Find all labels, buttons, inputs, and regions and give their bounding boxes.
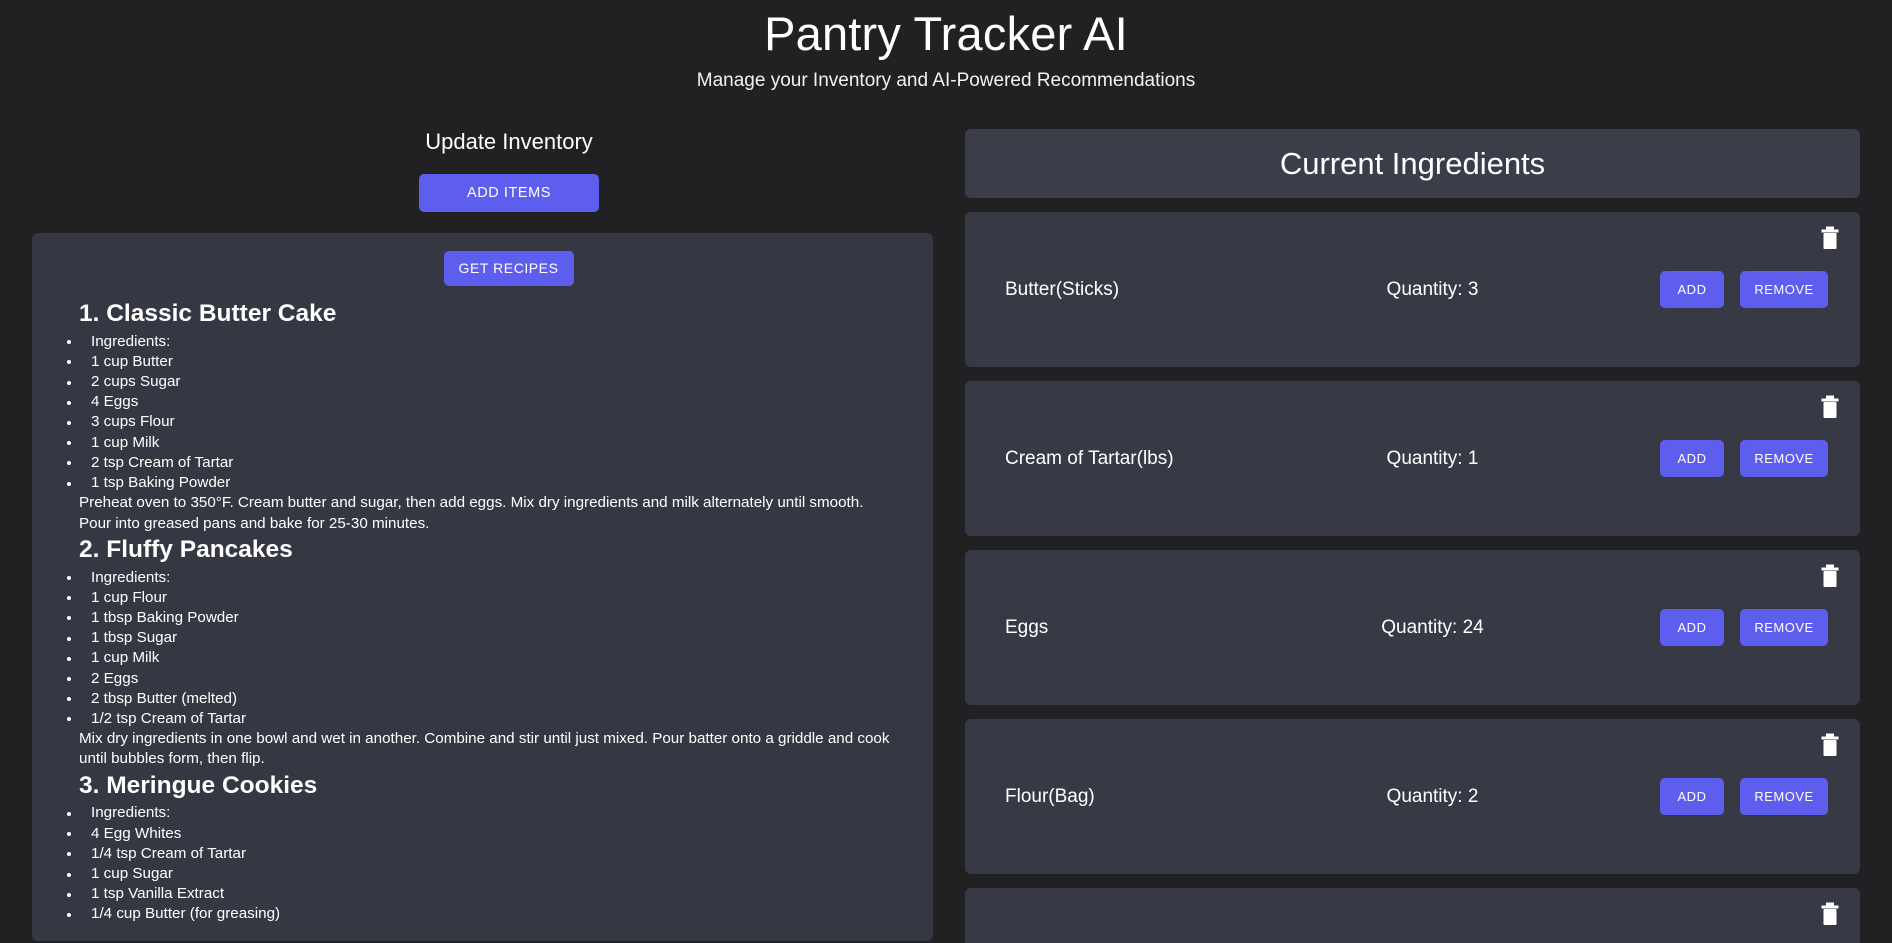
recipe-title: 3. Meringue Cookies	[79, 771, 318, 799]
app-header: Pantry Tracker AI Manage your Inventory …	[0, 0, 1892, 92]
recipe-ingredient: 2 cups Sugar	[67, 372, 919, 392]
recipe-ingredient: Ingredients:	[67, 803, 919, 823]
recipe-ingredient: 2 Eggs	[67, 669, 919, 689]
ingredient-name: Flour(Bag)	[1005, 785, 1095, 807]
recipe-list: 1. Classic Butter Cake Ingredients: 1 cu…	[46, 298, 919, 925]
recipe-title: 1. Classic Butter Cake	[79, 299, 337, 327]
recipe-ingredient: 1 cup Milk	[67, 433, 919, 453]
ingredient-quantity: Quantity: 1	[1386, 447, 1479, 469]
recipe-item: 1. Classic Butter Cake Ingredients: 1 cu…	[46, 298, 919, 534]
ingredient-quantity: Quantity: 2	[1386, 785, 1479, 807]
recipe-instructions: Mix dry ingredients in one bowl and wet …	[79, 730, 890, 768]
ingredient-card: Flour(Bag) Quantity: 2 ADD REMOVE	[965, 719, 1860, 875]
recipe-ingredient: 1 cup Milk	[67, 648, 919, 668]
ingredient-name: Cream of Tartar(lbs)	[1005, 447, 1174, 469]
current-ingredients-title: Current Ingredients	[1279, 145, 1546, 181]
recipe-ingredient: 1 tbsp Sugar	[67, 628, 919, 648]
add-quantity-button[interactable]: ADD	[1660, 271, 1724, 309]
ingredient-name: Eggs	[1005, 616, 1049, 638]
recipe-ingredient-list: Ingredients: 1 cup Butter 2 cups Sugar 4…	[67, 332, 919, 494]
ingredient-card: Eggs Quantity: 24 ADD REMOVE	[965, 550, 1860, 706]
trash-icon-glyph	[1821, 733, 1839, 757]
recipes-panel: GET RECIPES 1. Classic Butter Cake Ingre…	[32, 232, 933, 941]
recipe-ingredient: 1 tsp Vanilla Extract	[67, 884, 919, 904]
remove-quantity-button[interactable]: REMOVE	[1740, 609, 1828, 647]
recipe-ingredient: 1 tbsp Baking Powder	[67, 608, 919, 628]
get-recipes-button[interactable]: GET RECIPES	[443, 250, 574, 286]
recipe-ingredient: 1/2 tsp Cream of Tartar	[67, 709, 919, 729]
recipe-ingredient: 2 tsp Cream of Tartar	[67, 453, 919, 473]
app-subtitle: Manage your Inventory and AI-Powered Rec…	[696, 70, 1196, 92]
recipe-ingredient-list: Ingredients: 4 Egg Whites 1/4 tsp Cream …	[67, 803, 919, 924]
ingredient-quantity: Quantity: 24	[1381, 616, 1484, 638]
recipe-title: 2. Fluffy Pancakes	[79, 535, 293, 563]
current-ingredients-header: Current Ingredients	[965, 129, 1860, 199]
trash-icon-glyph	[1821, 902, 1839, 926]
get-recipes-section: GET RECIPES	[46, 250, 919, 286]
recipe-ingredient: 4 Eggs	[67, 392, 919, 412]
recipe-item: 2. Fluffy Pancakes Ingredients: 1 cup Fl…	[46, 534, 919, 770]
trash-icon[interactable]	[1819, 733, 1841, 757]
recipe-instructions: Preheat oven to 350°F. Cream butter and …	[79, 494, 864, 532]
recipe-ingredient: 2 tbsp Butter (melted)	[67, 689, 919, 709]
recipe-ingredient: 1/4 cup Butter (for greasing)	[67, 904, 919, 924]
ingredient-actions: ADD REMOVE	[1660, 609, 1828, 647]
add-items-button[interactable]: ADD ITEMS	[419, 173, 599, 212]
right-column: Current Ingredients Butter(Sticks) Quant…	[933, 129, 1892, 943]
recipe-ingredient: Ingredients:	[67, 568, 919, 588]
recipe-ingredient: 3 cups Flour	[67, 412, 919, 432]
main-content: Update Inventory ADD ITEMS GET RECIPES 1…	[0, 129, 1892, 943]
trash-icon-glyph	[1821, 564, 1839, 588]
trash-icon-glyph	[1821, 226, 1839, 250]
recipe-ingredient: 1/4 tsp Cream of Tartar	[67, 844, 919, 864]
update-inventory-title: Update Inventory	[425, 129, 593, 155]
ingredient-card: Butter(Sticks) Quantity: 3 ADD REMOVE	[965, 212, 1860, 368]
add-quantity-button[interactable]: ADD	[1660, 609, 1724, 647]
ingredient-quantity: Quantity: 3	[1386, 278, 1479, 300]
trash-icon[interactable]	[1819, 902, 1841, 926]
recipe-ingredient-list: Ingredients: 1 cup Flour 1 tbsp Baking P…	[67, 568, 919, 730]
remove-quantity-button[interactable]: REMOVE	[1740, 440, 1828, 478]
recipe-ingredient: Ingredients:	[67, 332, 919, 352]
recipe-ingredient: 1 cup Butter	[67, 352, 919, 372]
update-inventory-section: Update Inventory ADD ITEMS	[0, 129, 933, 212]
ingredient-card: Cream of Tartar(lbs) Quantity: 1 ADD REM…	[965, 381, 1860, 537]
add-quantity-button[interactable]: ADD	[1660, 440, 1724, 478]
ingredient-actions: ADD REMOVE	[1660, 440, 1828, 478]
add-quantity-button[interactable]: ADD	[1660, 778, 1724, 816]
app-title: Pantry Tracker AI	[764, 7, 1128, 60]
recipe-ingredient: 1 tsp Baking Powder	[67, 473, 919, 493]
recipe-item: 3. Meringue Cookies Ingredients: 4 Egg W…	[46, 770, 919, 925]
left-column: Update Inventory ADD ITEMS GET RECIPES 1…	[0, 129, 933, 941]
trash-icon[interactable]	[1819, 564, 1841, 588]
ingredient-actions: ADD REMOVE	[1660, 271, 1828, 309]
recipe-ingredient: 4 Egg Whites	[67, 824, 919, 844]
remove-quantity-button[interactable]: REMOVE	[1740, 778, 1828, 816]
recipe-ingredient: 1 cup Sugar	[67, 864, 919, 884]
ingredient-card	[965, 888, 1860, 943]
recipe-ingredient: 1 cup Flour	[67, 588, 919, 608]
trash-icon-glyph	[1821, 395, 1839, 419]
remove-quantity-button[interactable]: REMOVE	[1740, 271, 1828, 309]
trash-icon[interactable]	[1819, 395, 1841, 419]
trash-icon[interactable]	[1819, 226, 1841, 250]
ingredient-name: Butter(Sticks)	[1005, 278, 1120, 300]
ingredient-actions: ADD REMOVE	[1660, 778, 1828, 816]
